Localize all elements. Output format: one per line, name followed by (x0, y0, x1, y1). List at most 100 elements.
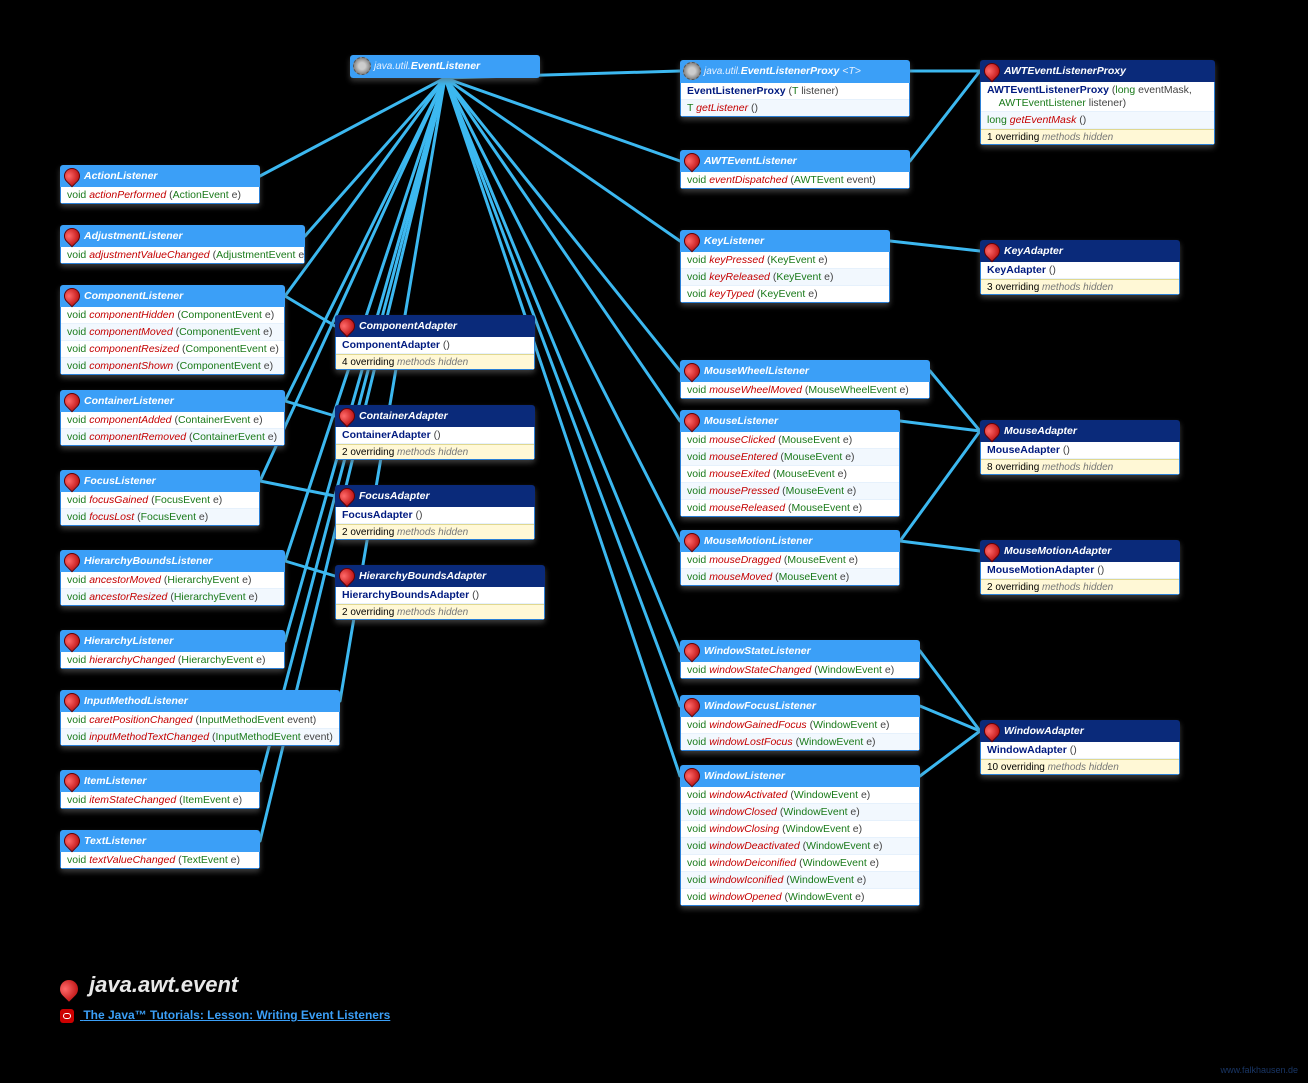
method-row[interactable]: void mouseEntered (MouseEvent e) (681, 449, 899, 466)
node-AWTEventListenerProxy[interactable]: AWTEventListenerProxyAWTEventListenerPro… (980, 60, 1215, 145)
node-HierarchyBoundsAdapter[interactable]: HierarchyBoundsAdapterHierarchyBoundsAda… (335, 565, 545, 620)
node-header[interactable]: MouseAdapter (980, 420, 1180, 442)
node-header[interactable]: KeyListener (680, 230, 890, 252)
method-row[interactable]: void mousePressed (MouseEvent e) (681, 483, 899, 500)
method-row[interactable]: void windowIconified (WindowEvent e) (681, 872, 919, 889)
method-row[interactable]: void ancestorResized (HierarchyEvent e) (61, 589, 284, 605)
node-header[interactable]: WindowFocusListener (680, 695, 920, 717)
node-InputMethodListener[interactable]: InputMethodListenervoid caretPositionCha… (60, 690, 340, 746)
method-row[interactable]: void windowDeiconified (WindowEvent e) (681, 855, 919, 872)
method-row[interactable]: void focusLost (FocusEvent e) (61, 509, 259, 525)
method-row[interactable]: void itemStateChanged (ItemEvent e) (61, 792, 259, 808)
node-ItemListener[interactable]: ItemListenervoid itemStateChanged (ItemE… (60, 770, 260, 809)
node-header[interactable]: HierarchyBoundsListener (60, 550, 285, 572)
method-row[interactable]: EventListenerProxy (T listener) (681, 83, 909, 100)
node-header[interactable]: WindowListener (680, 765, 920, 787)
method-row[interactable]: void componentResized (ComponentEvent e) (61, 341, 284, 358)
method-row[interactable]: void mouseExited (MouseEvent e) (681, 466, 899, 483)
node-HierarchyListener[interactable]: HierarchyListenervoid hierarchyChanged (… (60, 630, 285, 669)
method-row[interactable]: AWTEventListenerProxy (long eventMask, A… (981, 82, 1214, 112)
method-row[interactable]: void componentMoved (ComponentEvent e) (61, 324, 284, 341)
method-row[interactable]: HierarchyBoundsAdapter () (336, 587, 544, 604)
method-row[interactable]: KeyAdapter () (981, 262, 1179, 279)
node-header[interactable]: HierarchyBoundsAdapter (335, 565, 545, 587)
method-row[interactable]: void mouseReleased (MouseEvent e) (681, 500, 899, 516)
method-row[interactable]: T getListener () (681, 100, 909, 116)
method-row[interactable]: void hierarchyChanged (HierarchyEvent e) (61, 652, 284, 668)
method-row[interactable]: MouseMotionAdapter () (981, 562, 1179, 579)
method-row[interactable]: void ancestorMoved (HierarchyEvent e) (61, 572, 284, 589)
method-row[interactable]: void actionPerformed (ActionEvent e) (61, 187, 259, 203)
method-row[interactable]: void windowClosing (WindowEvent e) (681, 821, 919, 838)
method-row[interactable]: MouseAdapter () (981, 442, 1179, 459)
node-header[interactable]: java.util.EventListenerProxy <T> (680, 60, 910, 83)
method-row[interactable]: void windowLostFocus (WindowEvent e) (681, 734, 919, 750)
node-header[interactable]: FocusAdapter (335, 485, 535, 507)
node-MouseListener[interactable]: MouseListenervoid mouseClicked (MouseEve… (680, 410, 900, 517)
method-row[interactable]: void componentHidden (ComponentEvent e) (61, 307, 284, 324)
node-KeyListener[interactable]: KeyListenervoid keyPressed (KeyEvent e)v… (680, 230, 890, 303)
node-ComponentListener[interactable]: ComponentListenervoid componentHidden (C… (60, 285, 285, 375)
method-row[interactable]: void keyReleased (KeyEvent e) (681, 269, 889, 286)
method-row[interactable]: FocusAdapter () (336, 507, 534, 524)
method-row[interactable]: void keyTyped (KeyEvent e) (681, 286, 889, 302)
node-WindowStateListener[interactable]: WindowStateListenervoid windowStateChang… (680, 640, 920, 679)
method-row[interactable]: void adjustmentValueChanged (AdjustmentE… (61, 247, 304, 263)
node-ContainerAdapter[interactable]: ContainerAdapterContainerAdapter ()2 ove… (335, 405, 535, 460)
node-HierarchyBoundsListener[interactable]: HierarchyBoundsListenervoid ancestorMove… (60, 550, 285, 606)
method-row[interactable]: void caretPositionChanged (InputMethodEv… (61, 712, 339, 729)
node-WindowListener[interactable]: WindowListenervoid windowActivated (Wind… (680, 765, 920, 906)
method-row[interactable]: void componentShown (ComponentEvent e) (61, 358, 284, 374)
node-header[interactable]: WindowAdapter (980, 720, 1180, 742)
method-row[interactable]: void windowClosed (WindowEvent e) (681, 804, 919, 821)
method-row[interactable]: long getEventMask () (981, 112, 1214, 129)
method-row[interactable]: void textValueChanged (TextEvent e) (61, 852, 259, 868)
method-row[interactable]: void inputMethodTextChanged (InputMethod… (61, 729, 339, 745)
node-MouseAdapter[interactable]: MouseAdapterMouseAdapter ()8 overriding … (980, 420, 1180, 475)
method-row[interactable]: void eventDispatched (AWTEvent event) (681, 172, 909, 188)
node-ActionListener[interactable]: ActionListenervoid actionPerformed (Acti… (60, 165, 260, 204)
method-row[interactable]: void mouseDragged (MouseEvent e) (681, 552, 899, 569)
node-header[interactable]: ComponentAdapter (335, 315, 535, 337)
node-header[interactable]: MouseListener (680, 410, 900, 432)
node-AdjustmentListener[interactable]: AdjustmentListenervoid adjustmentValueCh… (60, 225, 305, 264)
node-header[interactable]: AWTEventListenerProxy (980, 60, 1215, 82)
method-row[interactable]: void focusGained (FocusEvent e) (61, 492, 259, 509)
method-row[interactable]: WindowAdapter () (981, 742, 1179, 759)
node-header[interactable]: ComponentListener (60, 285, 285, 307)
method-row[interactable]: ContainerAdapter () (336, 427, 534, 444)
method-row[interactable]: void windowStateChanged (WindowEvent e) (681, 662, 919, 678)
method-row[interactable]: void mouseClicked (MouseEvent e) (681, 432, 899, 449)
node-FocusAdapter[interactable]: FocusAdapterFocusAdapter ()2 overriding … (335, 485, 535, 540)
method-row[interactable]: void windowActivated (WindowEvent e) (681, 787, 919, 804)
method-row[interactable]: void windowDeactivated (WindowEvent e) (681, 838, 919, 855)
node-header[interactable]: KeyAdapter (980, 240, 1180, 262)
node-WindowFocusListener[interactable]: WindowFocusListenervoid windowGainedFocu… (680, 695, 920, 751)
node-MouseMotionListener[interactable]: MouseMotionListenervoid mouseDragged (Mo… (680, 530, 900, 586)
node-header[interactable]: ActionListener (60, 165, 260, 187)
node-header[interactable]: AdjustmentListener (60, 225, 305, 247)
node-header[interactable]: MouseMotionAdapter (980, 540, 1180, 562)
node-header[interactable]: WindowStateListener (680, 640, 920, 662)
node-WindowAdapter[interactable]: WindowAdapterWindowAdapter ()10 overridi… (980, 720, 1180, 775)
node-header[interactable]: AWTEventListener (680, 150, 910, 172)
node-header[interactable]: ContainerAdapter (335, 405, 535, 427)
node-ComponentAdapter[interactable]: ComponentAdapterComponentAdapter ()4 ove… (335, 315, 535, 370)
method-row[interactable]: void windowGainedFocus (WindowEvent e) (681, 717, 919, 734)
node-KeyAdapter[interactable]: KeyAdapterKeyAdapter ()3 overriding meth… (980, 240, 1180, 295)
node-header[interactable]: MouseWheelListener (680, 360, 930, 382)
node-header[interactable]: FocusListener (60, 470, 260, 492)
node-MouseWheelListener[interactable]: MouseWheelListenervoid mouseWheelMoved (… (680, 360, 930, 399)
method-row[interactable]: void windowOpened (WindowEvent e) (681, 889, 919, 905)
method-row[interactable]: void keyPressed (KeyEvent e) (681, 252, 889, 269)
node-header[interactable]: ItemListener (60, 770, 260, 792)
method-row[interactable]: void mouseWheelMoved (MouseWheelEvent e) (681, 382, 929, 398)
node-ContainerListener[interactable]: ContainerListenervoid componentAdded (Co… (60, 390, 285, 446)
node-header[interactable]: TextListener (60, 830, 260, 852)
node-MouseMotionAdapter[interactable]: MouseMotionAdapterMouseMotionAdapter ()2… (980, 540, 1180, 595)
node-header[interactable]: MouseMotionListener (680, 530, 900, 552)
node-header[interactable]: InputMethodListener (60, 690, 340, 712)
node-header[interactable]: ContainerListener (60, 390, 285, 412)
node-TextListener[interactable]: TextListenervoid textValueChanged (TextE… (60, 830, 260, 869)
node-FocusListener[interactable]: FocusListenervoid focusGained (FocusEven… (60, 470, 260, 526)
